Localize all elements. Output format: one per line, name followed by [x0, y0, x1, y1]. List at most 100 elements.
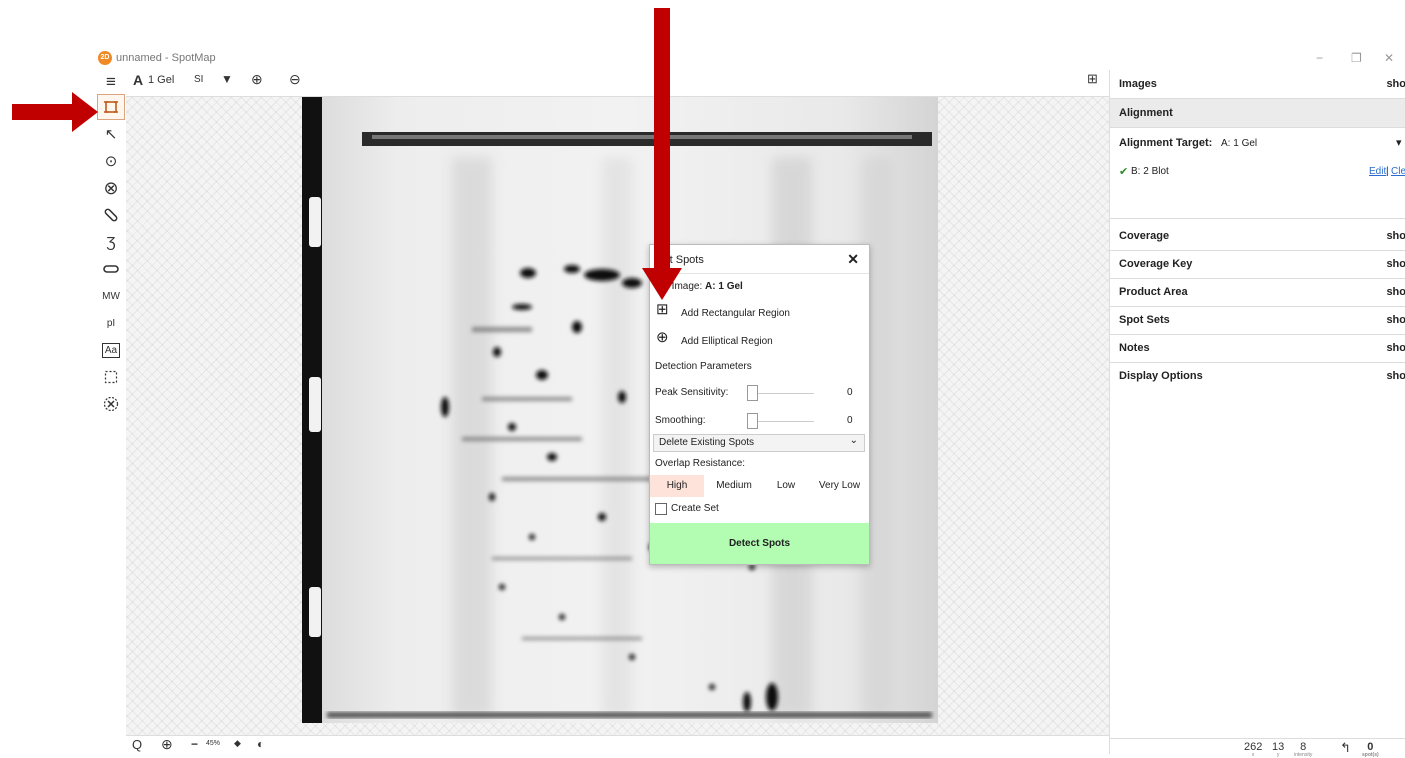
zoom-minus-button[interactable]: − [191, 737, 198, 751]
clear-alignment-link[interactable]: Cle [1391, 166, 1405, 177]
product-area-section[interactable]: Product Area sho [1110, 278, 1405, 307]
notes-show-link[interactable]: sho [1386, 342, 1405, 354]
overlap-medium-option[interactable]: Medium [706, 475, 762, 497]
images-label: Images [1119, 78, 1157, 90]
display-options-section[interactable]: Display Options sho [1110, 362, 1405, 390]
overlap-resistance-options: High Medium Low Very Low [650, 475, 869, 497]
si-button[interactable]: SI [194, 74, 203, 85]
detect-spots-dialog: ect Spots ✕ rce Image: A: 1 Gel ⊞ Add Re… [649, 244, 870, 565]
coverage-show-link[interactable]: sho [1386, 230, 1405, 242]
aligned-image-name: B: 2 Blot [1131, 166, 1169, 177]
search-icon[interactable]: Q [132, 737, 142, 752]
band-icon[interactable] [98, 257, 124, 281]
create-set-checkbox[interactable] [655, 503, 667, 515]
coverage-key-show-link[interactable]: sho [1386, 258, 1405, 270]
add-spot-icon[interactable]: ⊙ [98, 149, 124, 173]
zoom-slider-handle-icon[interactable]: ◆ [234, 738, 241, 749]
filter-icon[interactable]: ▼ [221, 72, 233, 86]
spot-sets-section[interactable]: Spot Sets sho [1110, 306, 1405, 335]
detection-parameters-heading: Detection Parameters [655, 361, 752, 372]
link-icon[interactable] [98, 203, 124, 227]
coverage-key-label: Coverage Key [1119, 258, 1193, 270]
image-tab-name[interactable]: 1 Gel [148, 74, 174, 86]
source-image-value: A: 1 Gel [705, 281, 743, 292]
image-tab-bar: A 1 Gel SI ▼ ⊕ ⊖ ⊞ [126, 70, 1109, 97]
overlap-low-option[interactable]: Low [762, 475, 810, 497]
existing-spots-select[interactable]: Delete Existing Spots ⌄ [653, 434, 865, 452]
image-canvas[interactable] [126, 97, 1109, 735]
pi-tool[interactable]: pI [98, 311, 124, 335]
overlap-resistance-label: Overlap Resistance: [655, 458, 746, 469]
detect-spots-button[interactable]: Detect Spots [650, 523, 869, 564]
smoothing-label: Smoothing: [655, 415, 706, 426]
spot-sets-show-link[interactable]: sho [1386, 314, 1405, 326]
down-arrow-annotation [642, 8, 682, 300]
close-window-button[interactable]: ✕ [1384, 51, 1394, 65]
alignment-label: Alignment [1119, 107, 1173, 119]
alignment-body: Alignment Target: A: 1 Gel ▾ ✔ B: 2 Blot… [1110, 128, 1405, 219]
notes-label: Notes [1119, 342, 1150, 354]
bottom-toolbar: Q ⊕ − 45% ◆ ◐ [126, 735, 1109, 755]
dialog-title-bar: ect Spots ✕ [650, 245, 869, 274]
menu-icon[interactable]: ≡ [98, 70, 124, 94]
image-letter[interactable]: A [133, 72, 143, 88]
minimize-button[interactable]: − [1316, 51, 1323, 65]
images-section[interactable]: Images sho [1110, 70, 1405, 99]
product-area-label: Product Area [1119, 286, 1188, 298]
intensity-readout: 8 intensity [1294, 741, 1312, 758]
delete-region-icon[interactable] [98, 392, 124, 416]
display-options-show-link[interactable]: sho [1386, 370, 1405, 382]
add-elliptical-region-label: Add Elliptical Region [681, 336, 773, 347]
alignment-target-label: Alignment Target: [1119, 137, 1213, 149]
dialog-close-icon[interactable]: ✕ [847, 251, 859, 268]
zoom-out-icon[interactable]: ⊖ [289, 71, 301, 88]
peak-sensitivity-value: 0 [847, 387, 853, 398]
text-tool-label: Aa [101, 342, 121, 358]
create-set-label: Create Set [671, 503, 719, 514]
text-tool[interactable]: Aa [98, 338, 124, 362]
images-show-link[interactable]: sho [1386, 78, 1405, 90]
app-logo-icon: 2D [98, 51, 112, 65]
pointer-icon[interactable]: ↖ [98, 122, 124, 146]
left-arrow-annotation [12, 92, 98, 132]
product-area-show-link[interactable]: sho [1386, 286, 1405, 298]
spot-count: 0 spot(s) [1362, 741, 1379, 758]
zoom-in-icon[interactable]: ⊕ [251, 71, 263, 88]
add-rectangle-icon: ⊞ [656, 301, 669, 318]
peak-sensitivity-thumb[interactable] [747, 385, 758, 401]
check-icon: ✔ [1119, 166, 1129, 178]
existing-spots-value: Delete Existing Spots [659, 437, 755, 448]
edit-alignment-link[interactable]: Edit [1369, 166, 1386, 177]
link-separator: | [1386, 166, 1389, 177]
rectangle-select-icon[interactable] [97, 94, 125, 120]
alignment-target-dropdown-icon[interactable]: ▾ [1396, 136, 1402, 149]
zoom-level: 45% [206, 740, 221, 747]
mw-tool[interactable]: MW [98, 284, 124, 308]
right-panel: Images sho Alignment Alignment Target: A… [1109, 70, 1405, 758]
coverage-label: Coverage [1119, 230, 1170, 242]
freeform-icon[interactable]: Ʒ [98, 230, 124, 254]
maximize-button[interactable]: ❐ [1351, 51, 1362, 65]
spot-sets-label: Spot Sets [1119, 314, 1170, 326]
region-select-icon[interactable] [98, 365, 124, 389]
overlap-high-option[interactable]: High [650, 475, 704, 497]
zoom-icon[interactable]: ⊕ [161, 736, 173, 753]
alignment-target-value[interactable]: A: 1 Gel [1221, 138, 1257, 149]
peak-sensitivity-label: Peak Sensitivity: [655, 387, 729, 398]
remove-spot-icon[interactable]: ⊗ [98, 176, 124, 200]
window-title: unnamed - SpotMap [116, 52, 216, 64]
smoothing-thumb[interactable] [747, 413, 758, 429]
display-options-label: Display Options [1119, 370, 1203, 382]
add-rectangular-region-label: Add Rectangular Region [681, 308, 790, 319]
contrast-icon[interactable]: ◐ [257, 737, 264, 751]
notes-section[interactable]: Notes sho [1110, 334, 1405, 363]
coverage-key-section[interactable]: Coverage Key sho [1110, 250, 1405, 279]
overlap-very-low-option[interactable]: Very Low [810, 475, 869, 497]
coverage-section[interactable]: Coverage sho [1110, 222, 1405, 251]
expand-panel-icon[interactable]: ⊞ [1087, 71, 1098, 87]
smoothing-value: 0 [847, 415, 853, 426]
alignment-section-header[interactable]: Alignment [1110, 99, 1405, 128]
status-bar: 262 x 13 y 8 intensity ↰ 0 spot(s) [1110, 738, 1405, 758]
chevron-down-icon: ⌄ [849, 435, 858, 446]
left-toolbar: ≡ ↖ ⊙ ⊗ Ʒ MW pI Aa [96, 70, 126, 754]
